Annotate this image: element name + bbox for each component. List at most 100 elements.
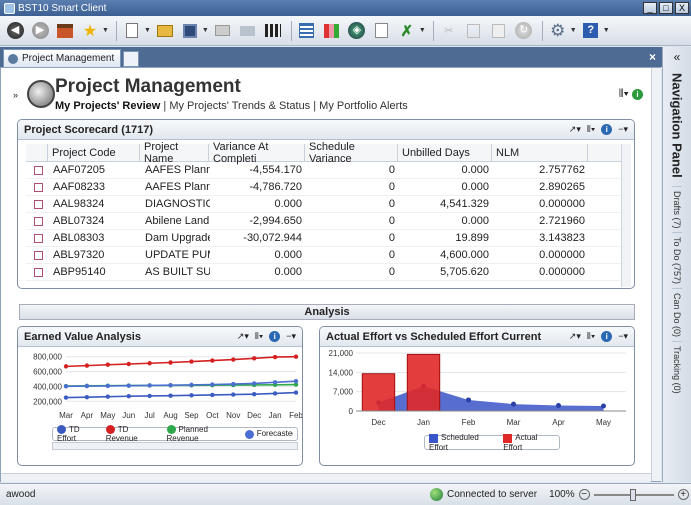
analysis-section-header[interactable]: Analysis	[19, 304, 635, 320]
settings-button[interactable]: ⚙	[547, 20, 569, 42]
filter-icon[interactable]: ↗▾	[569, 331, 581, 342]
column-header[interactable]: Project Code	[48, 144, 140, 161]
zoom-slider[interactable]	[593, 488, 674, 501]
nav-item-can-do[interactable]: Can Do (0)	[672, 288, 682, 341]
minimize-panel-icon[interactable]: −▾	[286, 331, 296, 342]
column-header[interactable]: NLM	[492, 144, 588, 161]
info-icon[interactable]: i	[269, 331, 281, 342]
compass-button[interactable]: ◈	[346, 20, 368, 42]
notes-button[interactable]	[371, 20, 393, 42]
table-row[interactable]: ABP95140 AS BUILT SUR... 0.000 0 5,705.620 0.…	[26, 264, 630, 281]
help-button[interactable]: ?	[580, 20, 602, 42]
media-button[interactable]	[262, 20, 284, 42]
column-header[interactable]: Project Name	[140, 141, 209, 165]
minimize-panel-icon[interactable]: −▾	[618, 124, 628, 135]
scheduled-effort-point	[511, 401, 516, 407]
table-row[interactable]: ABL07324 Abilene Land... -2,994.650 0 0.000 2…	[26, 213, 630, 230]
minimize-button[interactable]: _	[643, 2, 657, 14]
table-row[interactable]: ABL97320 UPDATE PUM... 0.000 0 4,600.000 0.00…	[26, 247, 630, 264]
x-tick-label: Mar	[59, 411, 73, 420]
columns-icon[interactable]: ⦀▾	[255, 331, 263, 342]
home-button[interactable]	[54, 20, 76, 42]
data-point	[126, 394, 131, 399]
column-header[interactable]: Variance At Completi	[209, 141, 305, 165]
navigation-panel-title: Navigation Panel	[669, 73, 685, 178]
column-header[interactable]: Schedule Variance	[305, 141, 398, 165]
data-point	[272, 354, 278, 360]
chart-button[interactable]	[321, 20, 343, 42]
grid-button[interactable]	[296, 20, 318, 42]
column-header[interactable]: Unbilled Days	[398, 144, 492, 161]
x-tick-label: Dec	[247, 411, 261, 420]
paste-button[interactable]	[488, 20, 510, 42]
table-cell: 0.000000	[539, 198, 585, 210]
copy-button[interactable]	[463, 20, 485, 42]
minimize-panel-icon[interactable]: −▾	[618, 331, 628, 342]
x-tick-label: Sep	[184, 411, 199, 420]
new-button[interactable]	[121, 20, 143, 42]
info-icon[interactable]: i	[601, 331, 613, 342]
send-button[interactable]	[237, 20, 259, 42]
favorites-button[interactable]: ★	[79, 20, 101, 42]
columns-icon[interactable]: ⦀▾	[619, 88, 629, 100]
zoom-in-button[interactable]: +	[677, 489, 689, 500]
table-row[interactable]: AAL98324 DIAGNOSTIC... 0.000 0 4,541.329 0.00…	[26, 196, 630, 213]
copy-icon	[467, 23, 481, 38]
close-button[interactable]: X	[675, 2, 689, 14]
zoom-out-button[interactable]: −	[578, 489, 590, 500]
table-cell: 0	[388, 266, 395, 278]
main-horizontal-scrollbar[interactable]	[1, 473, 651, 482]
new-tab-button[interactable]	[123, 51, 140, 67]
y-tick-label: 14,000	[329, 368, 354, 377]
nav-item-drafts[interactable]: Drafts (7)	[672, 185, 682, 233]
table-row[interactable]: AAF07205 AAFES Plannin... -4,554.170 0 0.000…	[26, 162, 630, 179]
back-button[interactable]: ◀	[4, 20, 26, 42]
view-link-trends-status[interactable]: My Projects' Trends & Status	[169, 100, 310, 112]
open-button[interactable]	[154, 20, 176, 42]
x-tick-label: Nov	[226, 411, 240, 420]
main-toolbar: ◀ ▶ ★ ▼ ▼ ▼ ◈ ✗ ▼ ✂ ↻ ⚙ ▼ ? ▼	[0, 16, 691, 46]
table-row[interactable]: AAF08233 AAFES Plannin... -4,786.720 0 0.000…	[26, 179, 630, 196]
collapse-nav-icon[interactable]: «	[663, 47, 691, 67]
table-cell: 3.143823	[539, 232, 585, 244]
nav-item-tracking[interactable]: Tracking (0)	[672, 341, 682, 398]
chevron-down-icon[interactable]: ▼	[570, 27, 577, 34]
view-link-my-projects-review[interactable]: My Projects' Review	[55, 100, 160, 112]
nav-item-to-do[interactable]: To Do (757)	[672, 232, 682, 288]
table-row[interactable]: ABL08303 Dam Upgrade... -30,072.944 0 19.899…	[26, 230, 630, 247]
refresh-button[interactable]: ↻	[513, 20, 535, 42]
save-button[interactable]	[179, 20, 201, 42]
data-point	[272, 391, 278, 396]
forward-button[interactable]: ▶	[29, 20, 51, 42]
table-scrollbar[interactable]	[621, 144, 631, 287]
main-vertical-scrollbar[interactable]	[651, 68, 661, 481]
info-icon[interactable]: i	[601, 124, 613, 135]
toolbar-separator	[432, 20, 434, 41]
legend-item: Forecasted	[244, 429, 293, 439]
chevron-down-icon[interactable]: ▼	[202, 27, 209, 34]
tab-project-management[interactable]: Project Management	[3, 49, 122, 67]
chevron-down-icon[interactable]: ▼	[144, 27, 151, 34]
chevron-down-icon[interactable]: ▼	[102, 27, 109, 34]
connection-icon	[430, 488, 443, 501]
info-icon[interactable]: i	[632, 89, 643, 100]
new-document-icon	[125, 23, 138, 38]
filter-icon[interactable]: ↗▾	[569, 124, 581, 135]
cut-button[interactable]: ✂	[438, 20, 460, 42]
legend-scrollbar[interactable]	[52, 442, 298, 450]
close-tab-icon[interactable]: ×	[649, 50, 656, 64]
print-button[interactable]	[212, 20, 234, 42]
table-cell: 0.000	[461, 164, 489, 176]
chevron-down-icon[interactable]: ▼	[603, 27, 610, 34]
tools-button[interactable]: ✗	[396, 20, 418, 42]
collapse-icon[interactable]: »	[13, 90, 18, 100]
zoom-slider-thumb[interactable]	[629, 488, 636, 501]
maximize-button[interactable]: □	[659, 2, 673, 14]
columns-icon[interactable]: ⦀▾	[587, 124, 595, 135]
chevron-down-icon[interactable]: ▼	[419, 27, 426, 34]
view-link-portfolio-alerts[interactable]: My Portfolio Alerts	[319, 100, 408, 112]
data-point	[105, 394, 111, 399]
chart-icon	[324, 23, 340, 38]
filter-icon[interactable]: ↗▾	[237, 331, 249, 342]
columns-icon[interactable]: ⦀▾	[587, 331, 595, 342]
